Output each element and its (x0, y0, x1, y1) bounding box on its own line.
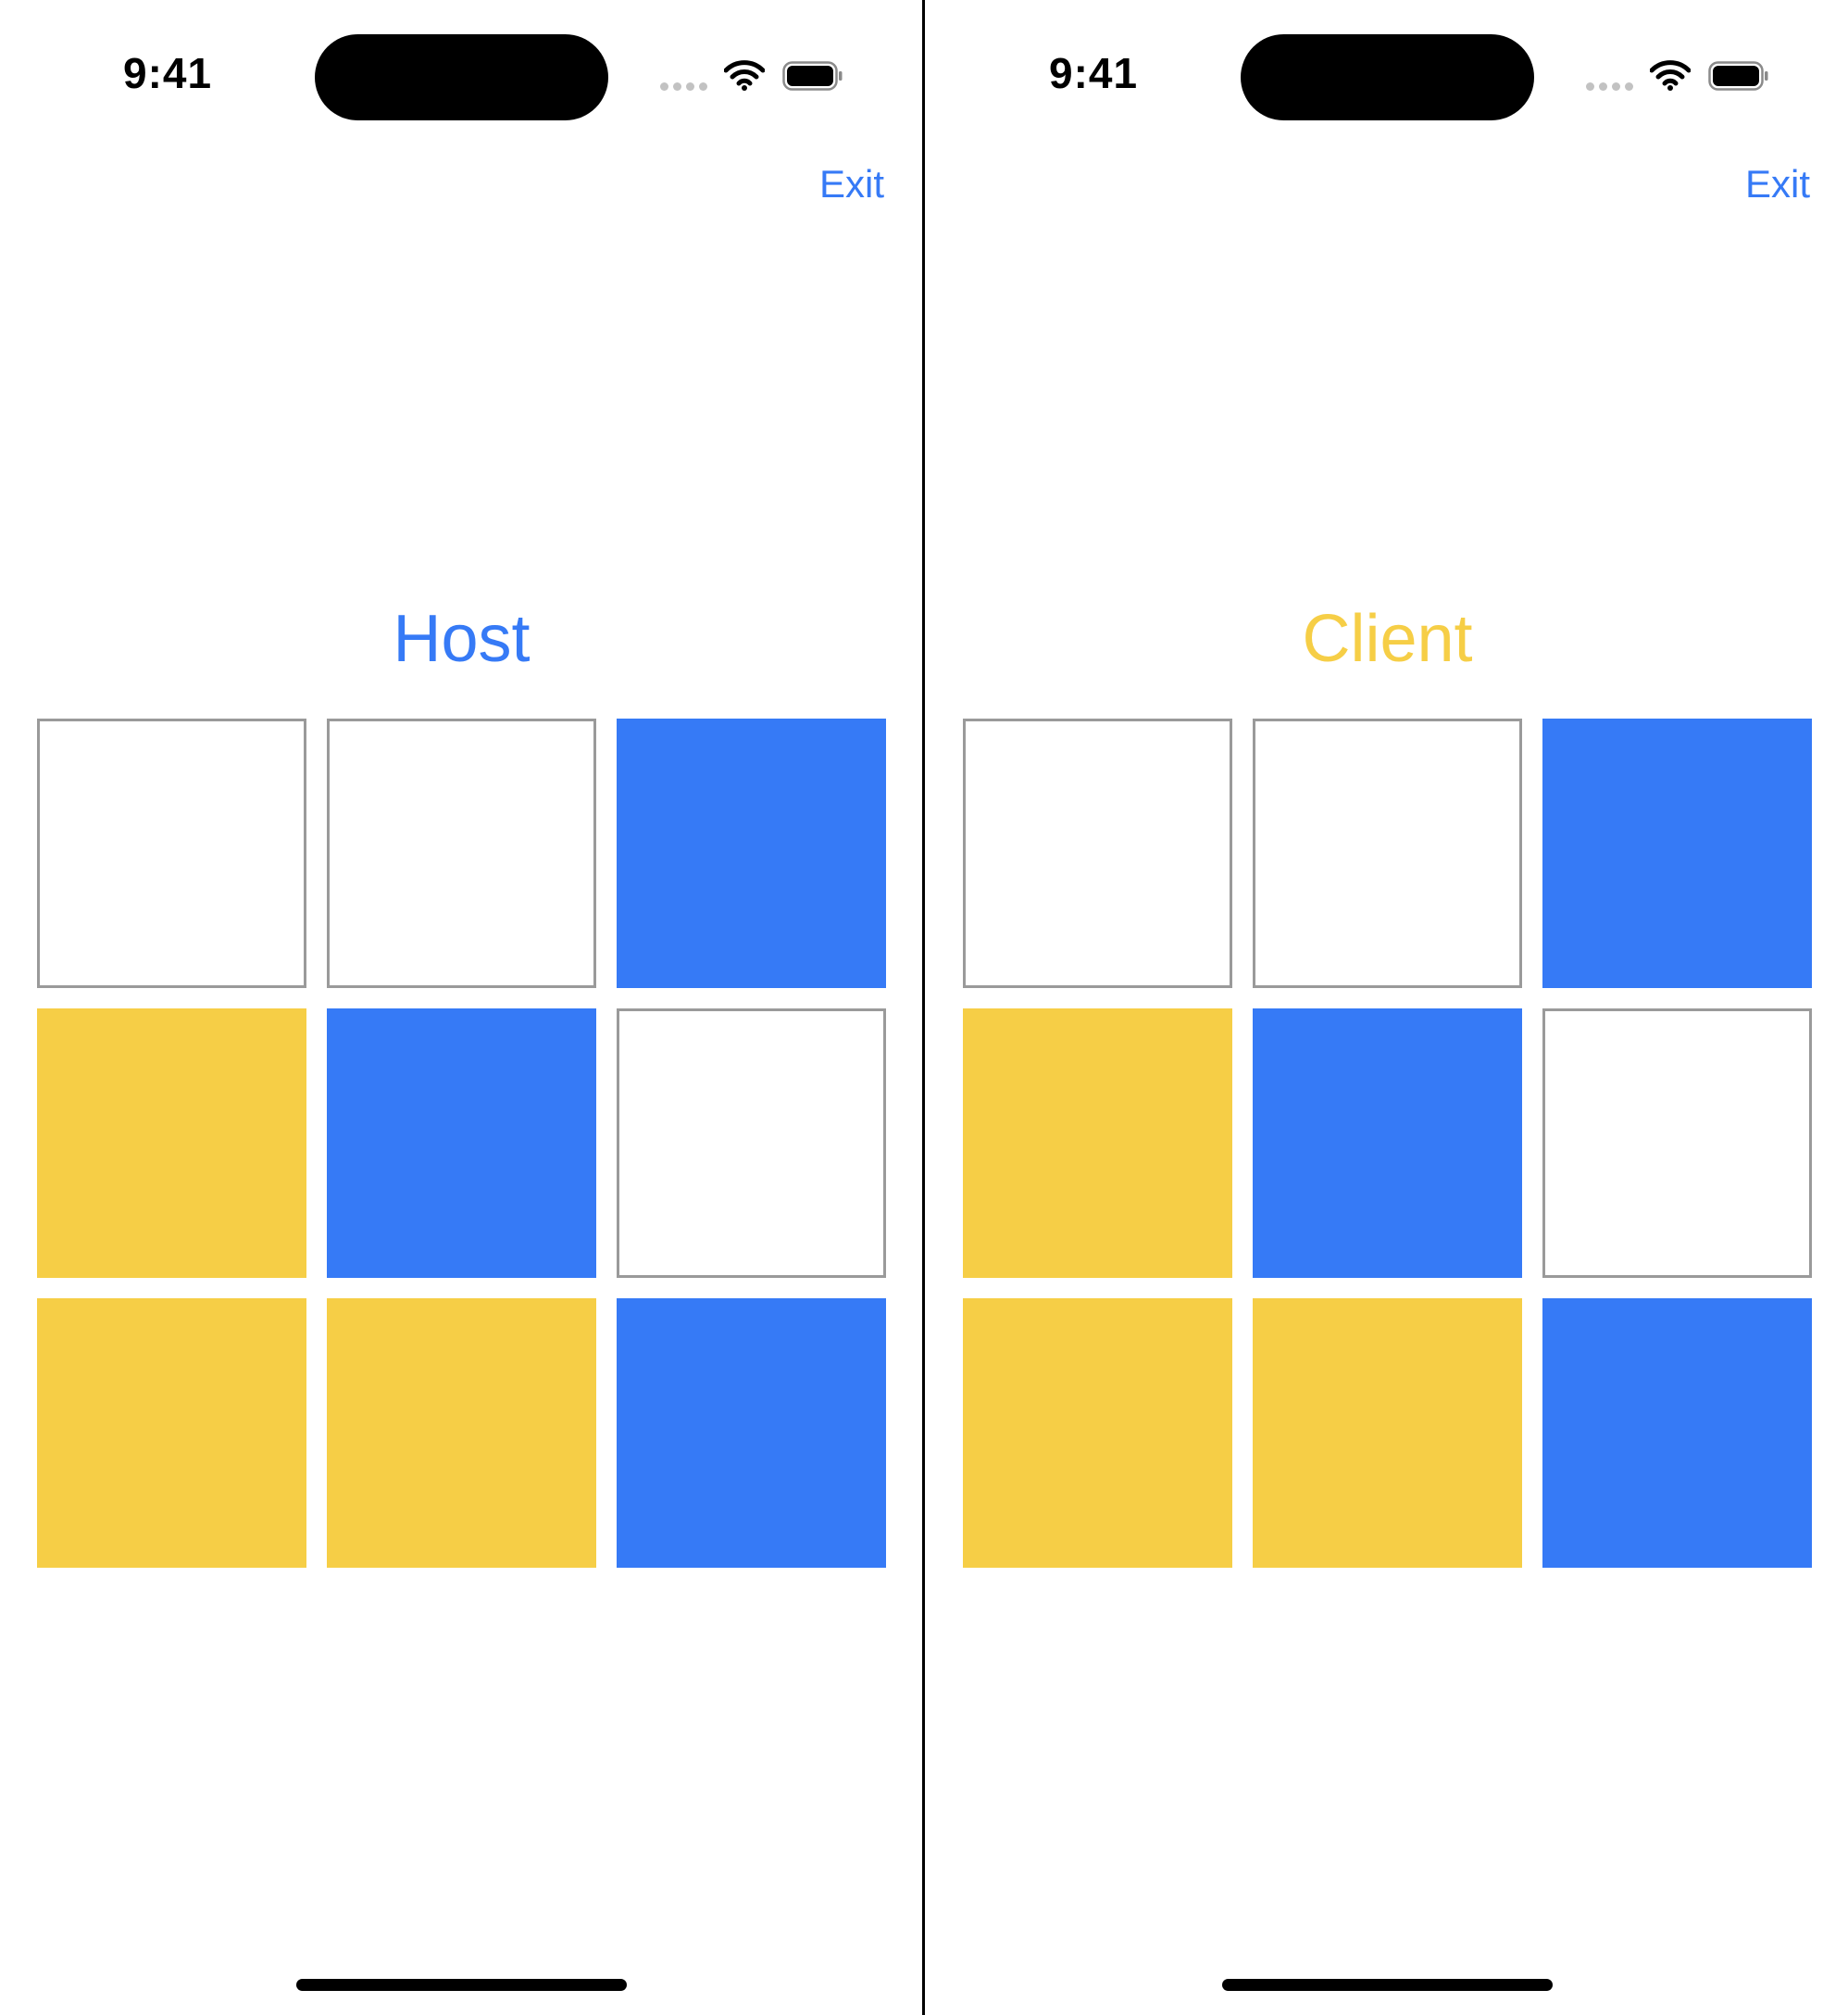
exit-button[interactable]: Exit (1745, 162, 1810, 207)
wifi-icon (1650, 60, 1691, 91)
board-cell-6[interactable] (1542, 1008, 1812, 1278)
dynamic-island (1241, 34, 1534, 120)
board-cell-4[interactable] (963, 1008, 1232, 1278)
battery-icon (1708, 61, 1768, 91)
exit-button[interactable]: Exit (819, 162, 884, 207)
board-cell-8[interactable] (1253, 1298, 1522, 1568)
board-cell-1[interactable] (37, 719, 306, 988)
board-cell-5[interactable] (327, 1008, 596, 1278)
board-cell-3[interactable] (617, 719, 886, 988)
game-board (37, 719, 886, 1568)
status-time: 9:41 (1049, 49, 1139, 97)
host-screen: 9:41 Exit Host (0, 0, 923, 2015)
cellular-signal-icon (1586, 82, 1634, 92)
client-screen: 9:41 Exit Client (926, 0, 1848, 2015)
status-time: 9:41 (123, 49, 213, 97)
board-cell-7[interactable] (963, 1298, 1232, 1568)
home-indicator[interactable] (296, 1979, 627, 1991)
board-cell-3[interactable] (1542, 719, 1812, 988)
board-cell-2[interactable] (327, 719, 596, 988)
battery-icon (782, 61, 843, 91)
screen-divider (922, 0, 925, 2015)
board-cell-9[interactable] (617, 1298, 886, 1568)
game-board (963, 719, 1812, 1568)
board-cell-8[interactable] (327, 1298, 596, 1568)
board-cell-4[interactable] (37, 1008, 306, 1278)
board-cell-7[interactable] (37, 1298, 306, 1568)
cellular-signal-icon (660, 82, 708, 92)
board-cell-6[interactable] (617, 1008, 886, 1278)
wifi-icon (724, 60, 765, 91)
player-role-title: Host (393, 602, 531, 676)
home-indicator[interactable] (1222, 1979, 1553, 1991)
dynamic-island (315, 34, 608, 120)
board-cell-1[interactable] (963, 719, 1232, 988)
board-cell-9[interactable] (1542, 1298, 1812, 1568)
board-cell-5[interactable] (1253, 1008, 1522, 1278)
board-cell-2[interactable] (1253, 719, 1522, 988)
player-role-title: Client (1302, 602, 1473, 676)
